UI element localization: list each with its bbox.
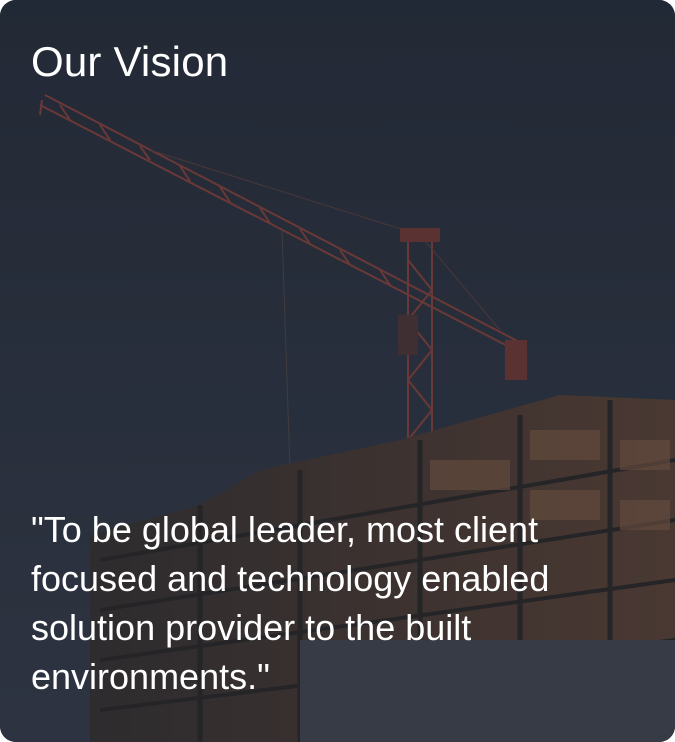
vision-quote: "To be global leader, most client focuse… <box>31 509 550 697</box>
card-title: Our Vision <box>31 38 229 85</box>
vision-card: Our Vision "To be global leader, most cl… <box>0 0 675 742</box>
